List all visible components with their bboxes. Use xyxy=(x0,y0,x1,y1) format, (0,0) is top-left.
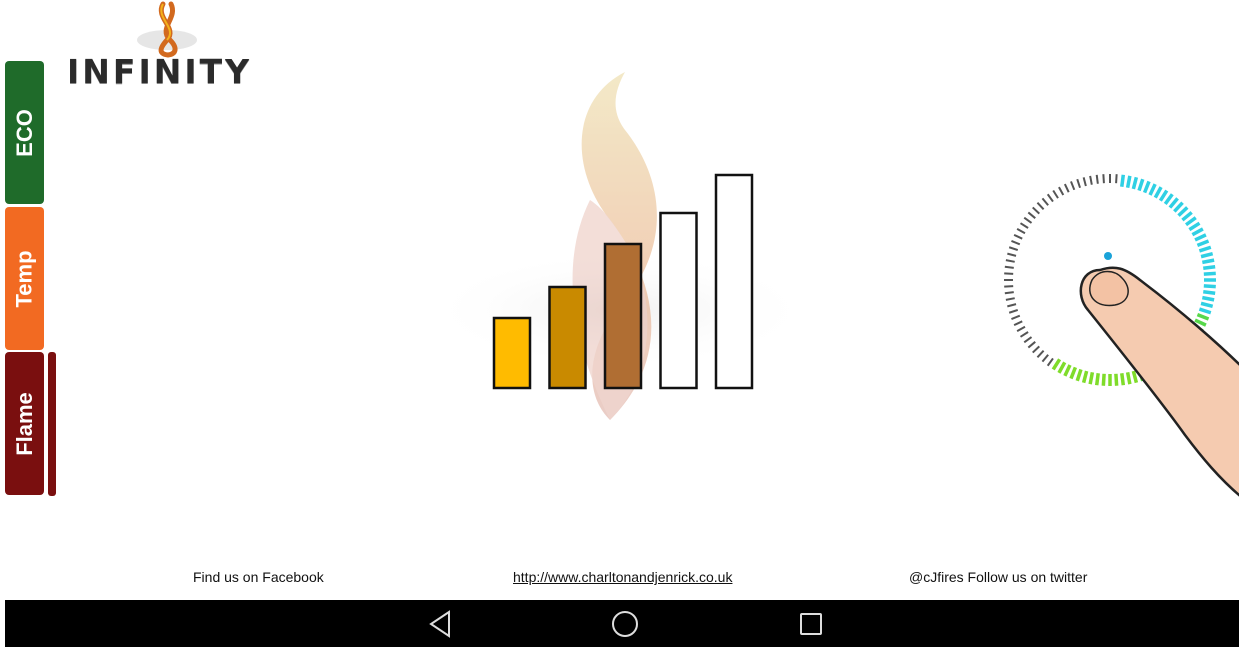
twitter-link[interactable]: @cJfires Follow us on twitter xyxy=(909,569,1087,585)
dial-tick xyxy=(1008,246,1019,251)
dial-tick xyxy=(1027,211,1036,219)
dial-tick xyxy=(1125,175,1132,188)
dial-tick xyxy=(1013,320,1023,327)
dial-tick xyxy=(1004,285,1014,288)
selected-tab-indicator xyxy=(48,352,56,496)
dial-tick xyxy=(1032,206,1040,215)
dial-tick xyxy=(1137,178,1145,192)
dial-tick xyxy=(1142,180,1151,194)
dial-tick xyxy=(1046,357,1054,367)
dial-tick xyxy=(1163,193,1174,205)
dial-tick xyxy=(1007,303,1017,308)
dial-tick xyxy=(1032,345,1040,354)
website-link[interactable]: http://www.charltonandjenrick.co.uk xyxy=(513,569,732,585)
dial-tick xyxy=(1013,233,1023,240)
dial-tick xyxy=(1070,181,1076,191)
dial-tick xyxy=(1148,183,1157,196)
tab-temp-label: Temp xyxy=(11,249,37,308)
dial-tick xyxy=(1036,350,1045,358)
dial-tick xyxy=(1120,174,1126,187)
dial-tick xyxy=(1008,309,1019,314)
tab-eco[interactable]: ECO xyxy=(5,61,44,204)
flame-level-bar-1[interactable] xyxy=(492,316,532,390)
tab-temp[interactable]: Temp xyxy=(5,207,44,350)
dial-tick xyxy=(1082,177,1087,187)
dial-tick xyxy=(1095,174,1099,184)
flame-level-bar-5[interactable] xyxy=(714,173,754,390)
dial-tick xyxy=(1196,239,1210,248)
flame-level-bar-3[interactable] xyxy=(603,242,643,390)
dial-tick xyxy=(1051,358,1062,371)
facebook-link[interactable]: Find us on Facebook xyxy=(193,569,324,585)
brand-logo: INFINITY xyxy=(60,0,275,91)
dial-tick xyxy=(1181,211,1193,222)
finger-pointer-icon xyxy=(1079,266,1239,497)
dial-tick xyxy=(1007,252,1017,257)
dial-tick xyxy=(1188,221,1201,232)
dial-tick xyxy=(1023,336,1033,344)
dial-tick xyxy=(1191,227,1204,237)
dial-tick xyxy=(1046,193,1054,203)
dial-tick xyxy=(1185,216,1197,227)
dial-tick xyxy=(1115,174,1118,184)
dial-tick xyxy=(1158,189,1169,202)
flame-level-panel xyxy=(425,72,815,420)
recents-square-icon[interactable] xyxy=(795,608,827,640)
dial-tick xyxy=(1177,206,1189,217)
dial-tick xyxy=(1011,240,1021,246)
dial-tick xyxy=(1057,361,1067,374)
dial-tick xyxy=(1194,233,1207,242)
dial-tick xyxy=(1016,325,1026,332)
tab-eco-label: ECO xyxy=(11,108,37,157)
tab-flame-label: Flame xyxy=(11,391,37,456)
dial-tick xyxy=(1004,272,1014,275)
dial-tick xyxy=(1016,228,1026,235)
home-circle-icon[interactable] xyxy=(609,608,641,640)
dial-tick xyxy=(1089,175,1093,185)
dial-tick xyxy=(1004,265,1014,269)
dial-tick xyxy=(1173,201,1184,213)
dial-tick xyxy=(1019,222,1029,229)
dial-tick xyxy=(1027,341,1036,349)
dial-tick xyxy=(1023,216,1033,224)
dial-tick xyxy=(1168,197,1179,209)
flame-level-bar-2[interactable] xyxy=(548,285,587,390)
dial-tick xyxy=(1063,183,1070,193)
dial-tick xyxy=(1005,259,1015,263)
dial-tick xyxy=(1041,197,1049,206)
logo-text: INFINITY xyxy=(67,52,253,91)
back-triangle-icon[interactable] xyxy=(425,608,455,640)
dial-tick xyxy=(1041,354,1049,363)
flame-level-bar-4[interactable] xyxy=(659,211,698,390)
dial-tick xyxy=(1011,314,1021,320)
dial-tick xyxy=(1076,178,1081,189)
dial-tick xyxy=(1036,202,1045,210)
flame-logo-icon xyxy=(137,1,197,58)
tab-flame[interactable]: Flame xyxy=(5,352,44,495)
dial-tick xyxy=(1131,176,1139,190)
dial-tick xyxy=(1102,174,1105,184)
system-nav-bar xyxy=(5,600,1239,647)
dial-tick xyxy=(1005,297,1015,301)
dial-tick xyxy=(1153,186,1163,199)
dial-tick xyxy=(1058,186,1065,196)
dial-tick xyxy=(1052,189,1059,199)
dial-tick xyxy=(1004,291,1014,295)
dial-tick xyxy=(1019,331,1029,338)
